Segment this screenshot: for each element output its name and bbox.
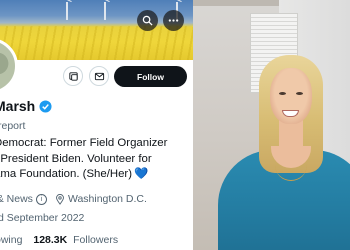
following-link[interactable]: owing: [0, 234, 22, 246]
location-pin-icon: [55, 193, 64, 205]
display-name: Marsh: [0, 98, 36, 114]
person-eye: [296, 92, 303, 95]
followers-count[interactable]: 128.3K: [33, 234, 67, 246]
joined-date: d September 2022: [0, 212, 85, 224]
follow-stats: owing 128.3K Followers: [0, 234, 118, 246]
blue-heart-icon: 💙: [134, 168, 149, 180]
more-button[interactable]: [163, 10, 184, 31]
bio-line: t President Biden. Volunteer for: [0, 152, 152, 165]
followers-label[interactable]: Followers: [73, 234, 118, 246]
profile-category: a & News: [0, 193, 33, 205]
profile-location: Washington D.C.: [67, 193, 147, 205]
verified-badge-icon: [39, 99, 52, 113]
necklace: [275, 148, 307, 181]
video-frame: [193, 0, 350, 250]
messages-icon: [68, 71, 78, 81]
search-icon: [142, 15, 153, 26]
name-row: Marsh: [0, 98, 52, 114]
profile-meta: a & News i Washington D.C.: [0, 193, 147, 205]
message-button[interactable]: [89, 66, 109, 86]
profile-panel: Follow Marsh report Democrat: Former Fie…: [0, 0, 193, 250]
profile-bio: Democrat: Former Field Organizer t Presi…: [0, 136, 193, 183]
wind-turbine-icon: [104, 2, 106, 20]
mail-icon: [94, 72, 104, 80]
info-icon[interactable]: i: [35, 193, 47, 205]
person-eye: [279, 92, 286, 95]
profile-banner: [0, 0, 193, 60]
bio-line: Democrat: Former Field Organizer: [0, 137, 168, 149]
follow-button[interactable]: Follow: [114, 66, 187, 87]
profile-handle: report: [0, 120, 26, 132]
messages-button[interactable]: [63, 66, 83, 86]
field-texture: [0, 26, 193, 60]
more-icon: [168, 19, 179, 22]
bio-line: ama Foundation. (She/Her) 💙: [0, 168, 149, 180]
wind-turbine-icon: [66, 2, 68, 20]
search-button[interactable]: [137, 10, 158, 31]
